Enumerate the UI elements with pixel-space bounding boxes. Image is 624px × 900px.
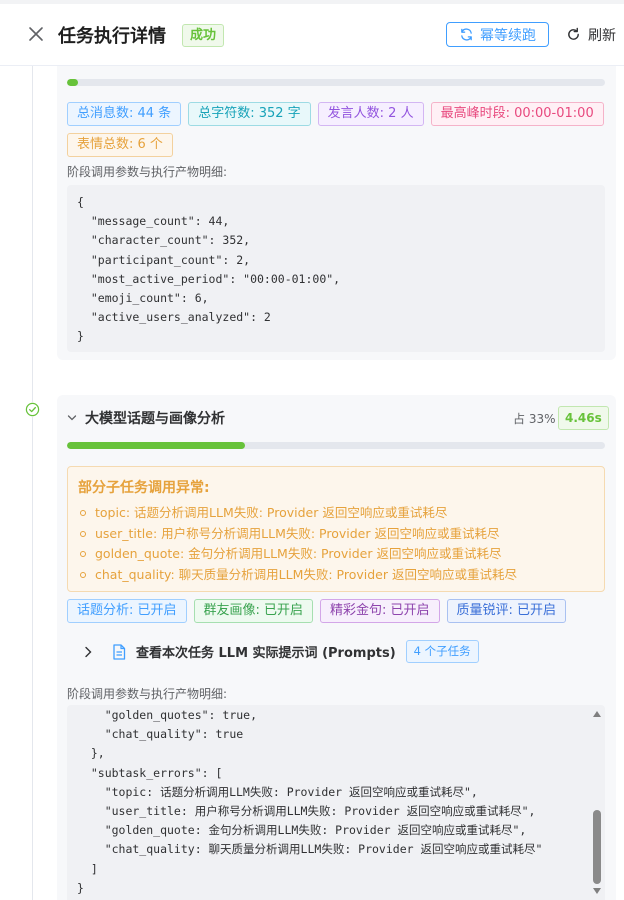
stage1-code-output: { "message_count": 44, "character_count"…	[67, 185, 605, 352]
feature-tag: 话题分析: 已开启	[67, 599, 187, 623]
error-text: golden_quote: 金句分析调用LLM失败: Provider 返回空响…	[95, 546, 502, 561]
error-text: user_title: 用户称号分析调用LLM失败: Provider 返回空响…	[95, 525, 500, 541]
stat-tag: 表情总数: 6 个	[67, 133, 173, 157]
document-icon	[113, 643, 126, 660]
stage2-percent: 占 33%	[513, 412, 556, 426]
refresh-label: 刷新	[588, 27, 616, 44]
page-header: 任务执行详情 成功 幂等续跑 刷新	[0, 0, 624, 66]
bullet-icon	[80, 551, 86, 558]
stage2-params-label: 阶段调用参数与执行产物明细:	[67, 687, 228, 701]
error-list-item: chat_quality: 聊天质量分析调用LLM失败: Provider 返回…	[80, 565, 517, 586]
bullet-icon	[80, 530, 86, 537]
stat-tag: 最高峰时段: 00:00-01:00	[430, 102, 604, 126]
resume-label: 幂等续跑	[480, 27, 536, 44]
prompts-count-badge: 4 个子任务	[405, 640, 479, 663]
error-list: topic: 话题分析调用LLM失败: Provider 返回空响应或重试耗尽 u…	[80, 503, 517, 585]
subtask-error-alert: 部分子任务调用异常: topic: 话题分析调用LLM失败: Provider …	[67, 466, 605, 592]
error-list-item: user_title: 用户称号分析调用LLM失败: Provider 返回空响…	[80, 524, 517, 545]
refresh-icon	[568, 27, 579, 40]
header-top-strip	[0, 0, 624, 4]
stage2-title: 大模型话题与画像分析	[85, 411, 225, 427]
error-list-item: golden_quote: 金句分析调用LLM失败: Provider 返回空响…	[80, 544, 517, 565]
stage2-header-toggle[interactable]: 大模型话题与画像分析	[67, 408, 225, 428]
chevron-right-icon	[85, 646, 92, 657]
stage2-duration-badge: 4.46s	[558, 406, 609, 430]
stage1-params-label: 阶段调用参数与执行产物明细:	[67, 165, 228, 179]
alert-title: 部分子任务调用异常:	[78, 480, 210, 496]
error-text: chat_quality: 聊天质量分析调用LLM失败: Provider 返回…	[95, 566, 517, 582]
code-scrollbar[interactable]	[590, 706, 604, 900]
feature-tag: 质量锐评: 已开启	[446, 599, 567, 623]
stat-tag: 总字符数: 352 字	[188, 102, 311, 126]
status-badge: 成功	[182, 24, 225, 47]
timeline-line	[32, 66, 33, 900]
error-list-item: topic: 话题分析调用LLM失败: Provider 返回空响应或重试耗尽	[80, 503, 517, 524]
stage2-code-output[interactable]: "golden_quotes": true, "chat_quality": t…	[67, 705, 605, 900]
error-text: topic: 话题分析调用LLM失败: Provider 返回空响应或重试耗尽	[95, 505, 448, 520]
close-icon[interactable]	[26, 24, 46, 44]
prompts-label: 查看本次任务 LLM 实际提示词 (Prompts)	[136, 646, 396, 661]
check-circle-icon	[25, 402, 40, 417]
stage2-progress-fill	[67, 442, 245, 449]
refresh-button[interactable]: 刷新	[566, 22, 616, 47]
scroll-up-arrow-icon[interactable]	[593, 711, 601, 717]
stat-tag: 发言人数: 2 人	[317, 102, 424, 126]
stage1-progress-fill	[67, 79, 78, 86]
stage1-progress-bar	[67, 79, 605, 86]
view-prompts-toggle[interactable]: 查看本次任务 LLM 实际提示词 (Prompts) 4 个子任务	[82, 640, 479, 663]
feature-tag: 精彩金句: 已开启	[320, 599, 440, 623]
page-title: 任务执行详情	[58, 26, 166, 47]
stage2-feature-tags: 话题分析: 已开启 群友画像: 已开启 精彩金句: 已开启 质量锐评: 已开启	[67, 599, 607, 623]
stage1-stats-tags: 总消息数: 44 条总字符数: 352 字发言人数: 2 人最高峰时段: 00:…	[67, 102, 607, 157]
bullet-icon	[80, 510, 86, 517]
scrollbar-thumb[interactable]	[593, 810, 601, 884]
stat-tag: 总消息数: 44 条	[67, 102, 182, 126]
stage2-progress-bar	[67, 442, 605, 449]
chevron-down-icon	[67, 415, 77, 421]
sync-icon	[461, 28, 472, 41]
feature-tag: 群友画像: 已开启	[193, 599, 314, 623]
scroll-down-arrow-icon[interactable]	[593, 888, 601, 894]
bullet-icon	[80, 571, 86, 578]
resume-button[interactable]: 幂等续跑	[446, 22, 549, 47]
